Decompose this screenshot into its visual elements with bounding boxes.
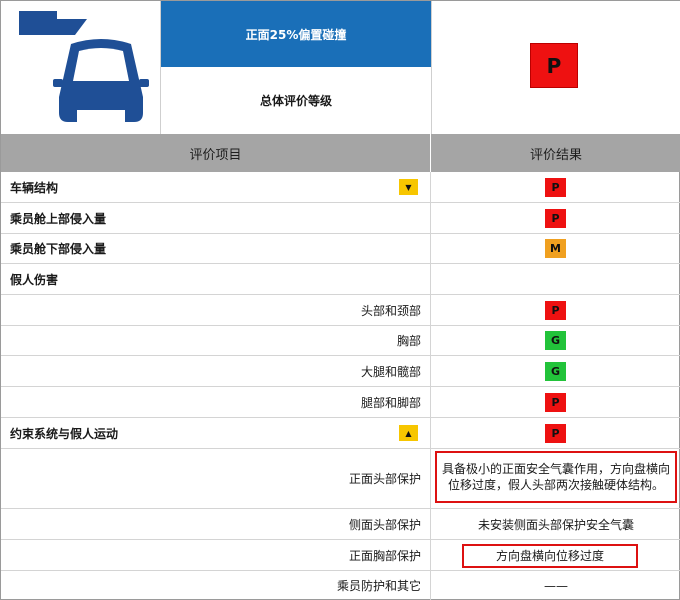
row-label: 正面头部保护 — [348, 472, 421, 486]
highlighted-note: 方向盘横向位移过度 — [462, 544, 638, 568]
rating-table: 正面25%偏置碰撞 总体评价等级 P 评价项目 评价结果 车辆结构 ▼ P 乘员… — [0, 0, 680, 600]
rating-badge: P — [545, 209, 566, 228]
rating-badge: G — [545, 331, 566, 350]
column-result-header: 评价结果 — [529, 147, 582, 163]
column-item-header: 评价项目 — [1, 134, 431, 172]
table-row-dummy-injury: 假人伤害 — [1, 264, 680, 295]
rating-badge: P — [545, 301, 566, 320]
expand-toggle-icon[interactable]: ▲ — [399, 425, 418, 441]
row-label: 约束系统与假人运动 — [10, 426, 119, 441]
result-note: —— — [544, 578, 568, 593]
highlighted-note: 具备极小的正面安全气囊作用，方向盘横向位移过度，假人头部两次接触硬体结构。 — [435, 451, 677, 503]
row-label: 车辆结构 — [10, 180, 59, 195]
collision-icon-panel — [1, 1, 161, 134]
row-label: 头部和颈部 — [360, 303, 421, 318]
table-row-head-neck: 头部和颈部 — [1, 295, 680, 326]
table-row-chest: 胸部 — [1, 326, 680, 356]
row-label: 假人伤害 — [10, 272, 59, 287]
table-row-upper-intrusion: 乘员舱上部侵入量 — [1, 203, 680, 234]
result-note: 未安装侧面头部保护安全气囊 — [477, 517, 634, 532]
car-front-collision-icon — [19, 11, 155, 122]
table-row-leg-foot: 腿部和脚部 — [1, 387, 680, 418]
rating-badge: P — [545, 424, 566, 443]
table-row-vehicle-structure: 车辆结构 ▼ — [1, 172, 680, 203]
test-title: 正面25%偏置碰撞 — [161, 1, 431, 67]
column-header: 评价项目 评价结果 — [1, 134, 680, 172]
row-label: 大腿和髋部 — [360, 364, 421, 379]
table-row-thigh-hip: 大腿和髋部 — [1, 356, 680, 387]
row-label: 乘员舱上部侵入量 — [10, 211, 107, 226]
row-label: 侧面头部保护 — [348, 517, 421, 532]
row-label: 正面胸部保护 — [348, 548, 421, 563]
rating-badge: P — [545, 393, 566, 412]
table-row-occupant-other: 乘员防护和其它 —— — [1, 571, 680, 600]
overall-rating-badge: P — [530, 43, 578, 88]
row-label: 腿部和脚部 — [360, 395, 421, 410]
table-row-lower-intrusion: 乘员舱下部侵入量 — [1, 234, 680, 264]
row-label: 乘员舱下部侵入量 — [10, 242, 107, 256]
table-row-restraints: 约束系统与假人运动 ▲ — [1, 418, 680, 449]
row-label: 乘员防护和其它 — [336, 579, 421, 593]
rating-badge: G — [545, 362, 566, 381]
rating-badge: M — [545, 239, 566, 258]
rating-badge: P — [545, 178, 566, 197]
collapse-toggle-icon[interactable]: ▼ — [399, 179, 418, 195]
table-row-side-head: 侧面头部保护 未安装侧面头部保护安全气囊 — [1, 509, 680, 540]
row-label: 胸部 — [396, 334, 421, 348]
overall-rating-label: 总体评价等级 — [161, 67, 431, 134]
